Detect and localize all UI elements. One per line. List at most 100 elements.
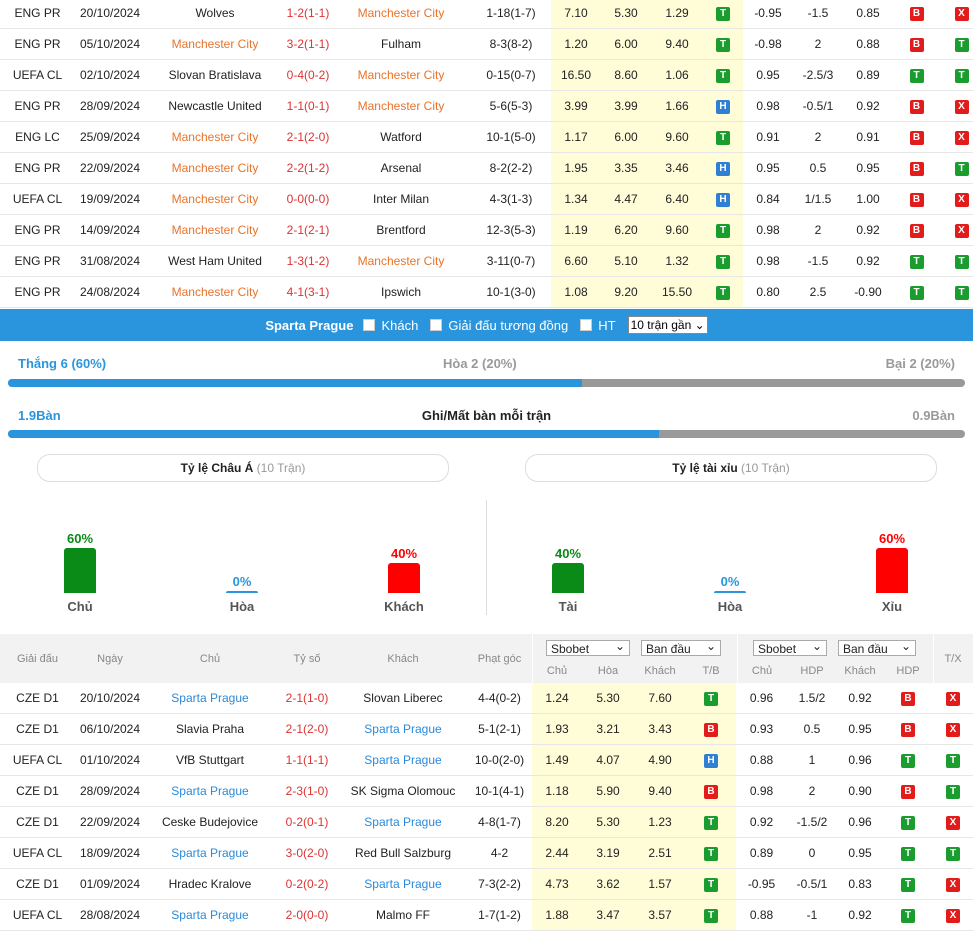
away-team-link[interactable]: Manchester City [331,245,471,277]
away-team-link[interactable]: Brentford [331,214,471,246]
home-team-link[interactable]: Manchester City [145,214,285,246]
hdp-home-cell: 0.89 [736,837,787,869]
ou-result-badge: X [946,878,960,892]
away-label: Khách [381,317,419,333]
table-row[interactable]: UEFA CL 28/08/2024 Sparta Prague 2-0(0-0) Ma… [0,899,973,931]
tb-result-cell: H [703,90,743,122]
hdp-line-cell: 2 [787,775,837,807]
tb-result-cell: B [686,713,736,745]
match-count-value: 10 trận gần [630,318,692,332]
table-row[interactable]: UEFA CL 01/10/2024 VfB Stuttgart 1-1(1-1) Sp… [0,744,973,776]
hdp-result-badge: B [909,100,924,114]
table-row[interactable]: CZE D1 20/10/2024 Sparta Prague 2-1(1-0) Slo… [0,683,973,714]
away-team-link[interactable]: Manchester City [331,0,471,29]
away-team-link[interactable]: Sparta Prague [339,806,467,838]
home-team-link[interactable]: West Ham United [145,245,285,277]
ht-checkbox[interactable] [580,319,593,331]
hdp-result-cell: B [893,183,940,215]
home-team-link[interactable]: Newcastle United [145,90,285,122]
home-team-link[interactable]: Manchester City [145,152,285,184]
table-row[interactable]: UEFA CL 18/09/2024 Sparta Prague 3-0(2-0) Re… [0,837,973,869]
score-cell: 0-4(0-2) [285,59,331,91]
hdp-result-badge: T [901,878,915,892]
ou-result-cell: X [933,868,973,900]
table-row[interactable]: ENG PR 28/09/2024 Newcastle United 1-1(0-1)… [0,90,973,122]
away-team-link[interactable]: Fulham [331,28,471,60]
away-team-link[interactable]: Manchester City [331,59,471,91]
odds-type-select-2[interactable]: Ban đầu [838,638,916,656]
table-row[interactable]: ENG PR 31/08/2024 West Ham United 1-3(1-2) M… [0,245,973,277]
asian-bar-1: 0% Hòa [212,574,272,614]
home-team-link[interactable]: Manchester City [145,28,285,60]
home-team-link[interactable]: Slavia Praha [145,713,275,745]
bookmaker-select-1[interactable]: Sbobet [546,638,630,656]
home-team-link[interactable]: Manchester City [145,121,285,153]
bookmaker-select-2[interactable]: Sbobet [753,638,827,656]
away-team-link[interactable]: Arsenal [331,152,471,184]
away-team-link[interactable]: Ipswich [331,276,471,308]
match-count-select[interactable]: 10 trận gần ⌄ [627,316,708,334]
away-team-link[interactable]: Slovan Liberec [339,683,467,714]
same-league-checkbox[interactable] [430,319,443,331]
corner-cell: 10-1(4-1) [467,775,532,807]
ou-result-badge: X [946,692,960,706]
goals-bar [8,430,965,438]
away-team-link[interactable]: SK Sigma Olomouc [339,775,467,807]
odds-type-select-1[interactable]: Ban đầu [641,638,721,656]
away-team-link[interactable]: Manchester City [331,90,471,122]
table-row[interactable]: ENG PR 20/10/2024 Wolves 1-2(1-1) Manchester… [0,0,973,29]
away-team-link[interactable]: Watford [331,121,471,153]
hdp-result-badge: B [909,7,924,21]
ou-result-badge: T [954,38,969,52]
home-team-link[interactable]: Sparta Prague [145,775,275,807]
home-team-link[interactable]: Manchester City [145,276,285,308]
odds-draw-cell: 6.20 [601,214,651,246]
away-checkbox[interactable] [363,319,376,331]
home-team-link[interactable]: Slovan Bratislava [145,59,285,91]
table-row[interactable]: ENG LC 25/09/2024 Manchester City 2-1(2-0) W… [0,121,973,153]
table-row[interactable]: ENG PR 24/08/2024 Manchester City 4-1(3-1) I… [0,276,973,308]
table-row[interactable]: UEFA CL 19/09/2024 Manchester City 0-0(0-0)… [0,183,973,215]
away-team-link[interactable]: Sparta Prague [339,713,467,745]
date-cell: 05/10/2024 [75,28,145,60]
table-row[interactable]: CZE D1 06/10/2024 Slavia Praha 2-1(2-0) Spar… [0,713,973,745]
league-cell: CZE D1 [0,713,75,745]
home-team-link[interactable]: Sparta Prague [145,837,275,869]
table-row[interactable]: CZE D1 22/09/2024 Ceske Budejovice 0-2(0-1)… [0,806,973,838]
away-team-link[interactable]: Sparta Prague [339,868,467,900]
home-team-link[interactable]: Wolves [145,0,285,29]
table-row[interactable]: CZE D1 01/09/2024 Hradec Kralove 0-2(0-2) Sp… [0,868,973,900]
ou-result-badge: X [946,723,960,737]
home-team-link[interactable]: Sparta Prague [145,899,275,931]
table-row[interactable]: ENG PR 14/09/2024 Manchester City 2-1(2-1) B… [0,214,973,246]
away-team-link[interactable]: Inter Milan [331,183,471,215]
header-separator [933,634,934,683]
date-cell: 01/10/2024 [75,744,145,776]
away-team-link[interactable]: Malmo FF [339,899,467,931]
home-team-link[interactable]: VfB Stuttgart [145,744,275,776]
odds-draw-cell: 3.99 [601,90,651,122]
tb-result-badge: T [716,255,730,269]
hdp-home-cell: 0.88 [736,744,787,776]
hdp-line-cell: -0.5/1 [787,868,837,900]
ou-odds-tab[interactable]: Tỷ lệ tài xỉu (10 Trận) [525,454,937,482]
odds-away-cell: 7.60 [634,683,686,714]
home-team-link[interactable]: Sparta Prague [145,683,275,714]
table-row[interactable]: ENG PR 05/10/2024 Manchester City 3-2(1-1) F… [0,28,973,60]
tb-result-badge: T [704,909,718,923]
home-team-link[interactable]: Manchester City [145,183,285,215]
home-team-link[interactable]: Hradec Kralove [145,868,275,900]
home-team-link[interactable]: Ceske Budejovice [145,806,275,838]
score-cell: 1-3(1-2) [285,245,331,277]
asian-bar-label: Hòa [229,599,255,614]
away-team-link[interactable]: Sparta Prague [339,744,467,776]
table-row[interactable]: UEFA CL 02/10/2024 Slovan Bratislava 0-4(0-… [0,59,973,91]
table-row[interactable]: ENG PR 22/09/2024 Manchester City 2-2(1-2) A… [0,152,973,184]
asian-odds-tab[interactable]: Tỷ lệ Châu Á (10 Trận) [37,454,449,482]
league-cell: UEFA CL [0,837,75,869]
away-team-link[interactable]: Red Bull Salzburg [339,837,467,869]
hdp-away-cell: 0.96 [837,744,883,776]
ou-result-cell: T [940,59,973,91]
table-row[interactable]: CZE D1 28/09/2024 Sparta Prague 2-3(1-0) SK … [0,775,973,807]
ou-result-badge: T [954,255,969,269]
